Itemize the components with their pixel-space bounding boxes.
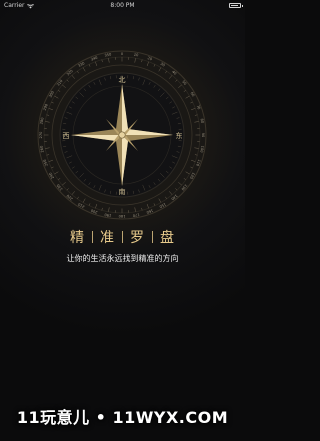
clock: 8:00 PM <box>110 2 135 9</box>
compass-dial: 0 102030405060708090100110120130140150160… <box>37 50 207 220</box>
title-divider <box>122 231 123 243</box>
title-char: 罗 <box>130 230 145 246</box>
battery-fill <box>231 5 239 6</box>
tagline: 让你的生活永远找到精准的方向 <box>66 254 179 263</box>
title-char: 精 <box>70 230 85 246</box>
title-divider <box>92 231 93 243</box>
battery-icon <box>229 3 243 8</box>
west-label: 西 <box>63 132 70 140</box>
app-title: 精 准 罗 盘 <box>0 227 245 247</box>
south-label: 南 <box>119 187 126 196</box>
degree-label: 270 <box>39 131 43 139</box>
degree-label: 90 <box>201 133 205 138</box>
watermark: 11玩意儿 • 11WYX.COM <box>16 408 229 427</box>
north-label: 北 <box>119 76 126 84</box>
degree-label: 180 <box>118 214 126 218</box>
splash-screen: Carrier 8:00 PM 0 10 20 30 40 50 60 70 80 90 100 11… <box>0 0 245 441</box>
title-char: 准 <box>100 230 115 246</box>
title-divider <box>152 231 153 243</box>
status-bar: Carrier 8:00 PM <box>0 0 245 12</box>
title-char: 盘 <box>160 230 175 246</box>
east-label: 东 <box>176 131 183 140</box>
